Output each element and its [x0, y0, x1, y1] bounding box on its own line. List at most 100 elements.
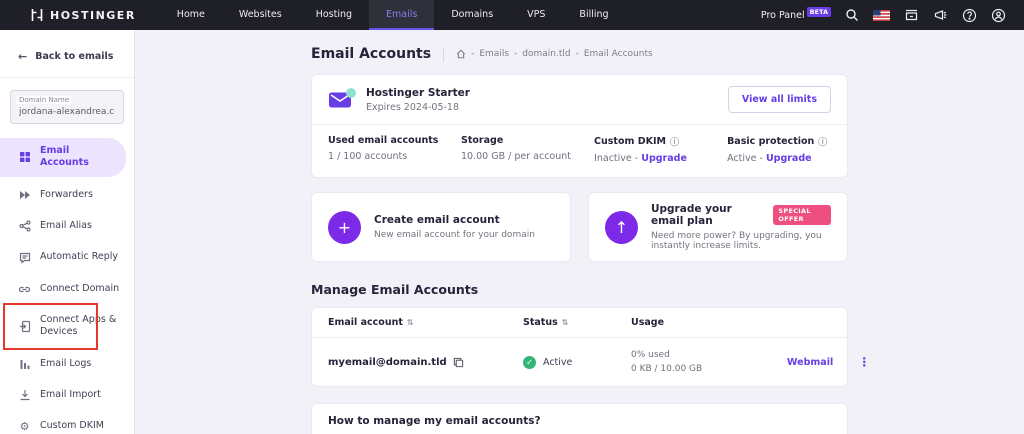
email-address: myemail@domain.tld [328, 357, 447, 368]
stat-label: Basic protection ⓘ [727, 135, 831, 148]
back-link-label: Back to emails [35, 51, 113, 62]
nav-item-billing[interactable]: Billing [562, 0, 625, 30]
sidebar-item-automatic-reply[interactable]: Automatic Reply [0, 244, 134, 270]
table-row: myemail@domain.tld ✓ Active 0% [312, 338, 847, 386]
column-header-status[interactable]: Status ⇅ [523, 317, 631, 328]
email-cell: myemail@domain.tld [328, 357, 523, 368]
domain-name-select[interactable]: Domain Name jordana-alexandrea.com [10, 90, 124, 124]
envelope-icon [328, 91, 352, 109]
help-icon[interactable] [962, 8, 977, 23]
webmail-link[interactable]: Webmail [787, 357, 855, 368]
stat-label-text: Custom DKIM [594, 136, 666, 147]
check-icon: ✓ [523, 356, 536, 369]
share-icon [18, 220, 31, 232]
kebab-menu-icon[interactable]: ⋮ [855, 355, 873, 369]
copy-icon[interactable] [453, 357, 464, 368]
sidebar-item-connect-domain[interactable]: Connect Domain [0, 276, 134, 302]
sidebar-item-label: Email Accounts [40, 145, 118, 170]
stat-basic-protection: Basic protection ⓘ Active - Upgrade [727, 135, 831, 164]
usage-detail: 0 KB / 10.00 GB [631, 364, 787, 374]
upgrade-link[interactable]: Upgrade [766, 153, 812, 164]
back-to-emails-link[interactable]: ← Back to emails [0, 50, 134, 63]
upgrade-email-plan-card[interactable]: ↑ Upgrade your email plan SPECIAL OFFER … [588, 192, 848, 262]
search-icon[interactable] [845, 8, 859, 22]
info-icon: ⓘ [818, 135, 827, 148]
sidebar: ← Back to emails Domain Name jordana-ale… [0, 30, 135, 434]
arrow-up-icon: ↑ [605, 211, 638, 244]
sidebar-item-label: Connect Apps & Devices [40, 314, 126, 339]
stat-label: Used email accounts [328, 135, 461, 146]
view-all-limits-button[interactable]: View all limits [728, 86, 831, 113]
column-header-email-account[interactable]: Email account ⇅ [328, 317, 523, 328]
plan-card: Hostinger Starter Expires 2024-05-18 Vie… [311, 74, 848, 178]
beta-badge: BETA [807, 7, 831, 17]
nav-item-emails[interactable]: Emails [369, 0, 434, 30]
breadcrumb-separator: - [576, 49, 579, 59]
sidebar-item-connect-apps-devices[interactable]: Connect Apps & Devices [0, 307, 134, 346]
create-email-account-card[interactable]: + Create email account New email account… [311, 192, 571, 262]
grid-icon [18, 151, 31, 163]
sidebar-item-forwarders[interactable]: Forwarders [0, 182, 134, 208]
breadcrumb-separator: - [471, 49, 474, 59]
sort-icon: ⇅ [407, 318, 414, 327]
sidebar-item-label: Email Logs [40, 358, 91, 370]
chat-icon [18, 252, 31, 264]
stat-value: 10.00 GB / per account [461, 151, 594, 162]
plan-stats: Used email accounts 1 / 100 accounts Sto… [312, 125, 847, 177]
nav-item-home[interactable]: Home [160, 0, 222, 30]
status-cell: ✓ Active [523, 356, 631, 369]
domain-field-label: Domain Name [16, 96, 72, 104]
devices-icon [18, 320, 31, 333]
sidebar-item-custom-dkim[interactable]: ⚙ Custom DKIM [0, 413, 134, 434]
sidebar-item-label: Connect Domain [40, 283, 119, 295]
stat-value: Active - Upgrade [727, 153, 831, 164]
stat-used-accounts: Used email accounts 1 / 100 accounts [328, 135, 461, 164]
info-icon: ⓘ [670, 135, 679, 148]
sidebar-divider [0, 77, 134, 78]
sidebar-item-email-accounts[interactable]: Email Accounts [0, 138, 126, 177]
title-divider [443, 47, 444, 62]
store-icon[interactable] [904, 8, 919, 22]
special-offer-badge: SPECIAL OFFER [773, 205, 831, 225]
sidebar-item-email-import[interactable]: Email Import [0, 382, 134, 408]
sidebar-item-label: Forwarders [40, 189, 93, 201]
account-profile-icon[interactable] [991, 8, 1006, 23]
column-header-usage: Usage [631, 317, 787, 328]
usage-percent: 0% used [631, 350, 787, 360]
forward-icon [18, 190, 31, 200]
column-header-label: Status [523, 317, 558, 328]
stat-label-text: Basic protection [727, 136, 814, 147]
manage-section-title: Manage Email Accounts [311, 282, 848, 297]
bar-chart-icon [18, 358, 31, 370]
table-header-row: Email account ⇅ Status ⇅ Usage [312, 308, 847, 337]
stat-storage: Storage 10.00 GB / per account [461, 135, 594, 164]
action-title: Create email account [374, 214, 500, 226]
sidebar-item-email-logs[interactable]: Email Logs [0, 351, 134, 377]
pro-panel-label: Pro Panel [761, 10, 805, 21]
nav-item-vps[interactable]: VPS [510, 0, 562, 30]
help-card-title: How to manage my email accounts? [312, 404, 847, 434]
sidebar-item-email-alias[interactable]: Email Alias [0, 213, 134, 239]
sidebar-item-label: Automatic Reply [40, 251, 118, 263]
home-icon[interactable] [456, 49, 466, 59]
status-badge: Active [543, 357, 572, 368]
nav-item-hosting[interactable]: Hosting [299, 0, 369, 30]
plan-name: Hostinger Starter [366, 87, 470, 99]
announcements-megaphone-icon[interactable] [933, 8, 948, 22]
upgrade-link[interactable]: Upgrade [641, 153, 687, 164]
email-accounts-table: Email account ⇅ Status ⇅ Usage myema [311, 307, 848, 387]
breadcrumb-domain[interactable]: domain.tld [522, 49, 570, 59]
action-title: Upgrade your email plan [651, 203, 766, 227]
stat-value-text: Inactive - [594, 153, 638, 164]
breadcrumb-emails[interactable]: Emails [479, 49, 509, 59]
language-flag-us-icon[interactable] [873, 10, 890, 21]
plus-icon: + [328, 211, 361, 244]
hostinger-logo[interactable]: HOSTINGER [0, 8, 160, 22]
breadcrumb: - Emails - domain.tld - Email Accounts [456, 49, 653, 59]
back-arrow-icon: ← [18, 50, 27, 63]
stat-value-text: Active - [727, 153, 763, 164]
usage-cell: 0% used 0 KB / 10.00 GB [631, 350, 787, 374]
pro-panel-link[interactable]: Pro Panel BETA [761, 10, 831, 21]
nav-item-websites[interactable]: Websites [222, 0, 299, 30]
nav-item-domains[interactable]: Domains [434, 0, 510, 30]
